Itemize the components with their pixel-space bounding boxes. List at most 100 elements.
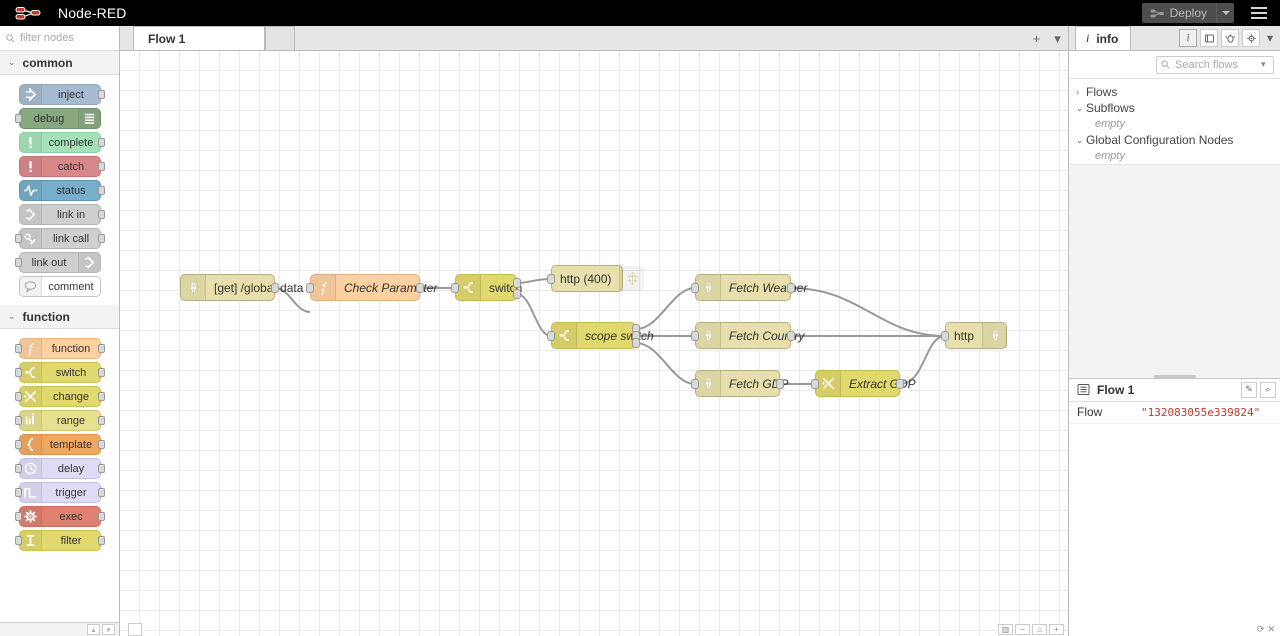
node-output-port[interactable] <box>787 331 795 341</box>
node-input-port[interactable] <box>547 274 555 284</box>
palette-node-debug[interactable]: debug <box>15 108 101 129</box>
palette-port-in <box>15 344 22 353</box>
node-input-port[interactable] <box>691 379 699 389</box>
sidebar-tool-info[interactable]: i <box>1179 29 1197 47</box>
deploy-dropdown-toggle[interactable] <box>1216 3 1234 23</box>
node-input-port[interactable] <box>306 283 314 293</box>
flow-node-fetch-gdp[interactable]: Fetch GDP <box>691 370 788 397</box>
flow-link[interactable] <box>635 287 696 330</box>
search-magnifier-icon[interactable]: ⌕ <box>1260 381 1276 398</box>
palette-node-link-call[interactable]: link call <box>15 228 105 249</box>
palette-node-catch[interactable]: catch <box>19 156 105 177</box>
palette-node-link-in[interactable]: link in <box>19 204 105 225</box>
flow-node-check-parameter[interactable]: f Check Parameter <box>306 274 437 301</box>
tree-item-subflows[interactable]: ⌄ Subflows <box>1069 100 1280 116</box>
palette-node-inject[interactable]: inject <box>19 84 105 105</box>
palette-node-range[interactable]: range <box>15 410 105 431</box>
tab-info[interactable]: i info <box>1075 26 1132 50</box>
brand-logo[interactable]: Node-RED <box>0 5 127 21</box>
tabbar-actions: + ▾ <box>1026 26 1068 51</box>
palette-scroll-area[interactable]: ⌄ common inject debug complete catch status … <box>0 51 119 636</box>
node-output-port[interactable] <box>632 338 640 348</box>
flow-link[interactable] <box>790 287 946 337</box>
zoom-in-icon[interactable]: + <box>1049 623 1064 635</box>
sidebar-tool-help[interactable] <box>1200 29 1218 47</box>
deploy-button[interactable]: Deploy <box>1141 3 1234 23</box>
node-input-port[interactable] <box>547 331 555 341</box>
palette-node-link-out[interactable]: link out <box>15 252 101 273</box>
node-output-port[interactable] <box>776 379 784 389</box>
flow-node-scope-switch[interactable]: scope switch <box>547 322 654 349</box>
palette-category-common[interactable]: ⌄ common <box>0 51 119 75</box>
node-output-port[interactable] <box>787 283 795 293</box>
flow-link[interactable] <box>635 342 696 385</box>
flow-link[interactable] <box>516 293 552 337</box>
http-request-icon <box>696 323 721 348</box>
palette-node-delay[interactable]: delay <box>15 458 105 479</box>
flow-node-fetch-weather[interactable]: Fetch Weather <box>691 274 807 301</box>
node-input-port[interactable] <box>691 331 699 341</box>
flow-node-label: Fetch GDP <box>729 376 789 391</box>
palette-node-exec[interactable]: exec <box>15 506 105 527</box>
refresh-icon[interactable]: ⟳ <box>1257 624 1265 635</box>
flow-tab-Flow-1[interactable]: Flow 1 <box>133 26 265 50</box>
palette-node-trigger[interactable]: trigger <box>15 482 105 503</box>
expand-all-icon[interactable]: ▾ <box>102 624 115 635</box>
palette-category-function[interactable]: ⌄ function <box>0 305 119 329</box>
node-output-port[interactable] <box>896 379 904 389</box>
flow-tab-menu-button[interactable]: ▾ <box>1047 26 1068 51</box>
palette-node-switch[interactable]: switch <box>15 362 105 383</box>
close-icon[interactable]: ✕ <box>1267 624 1275 635</box>
flow-node-http-400-[interactable]: http (400) <box>547 265 645 292</box>
flow-node-http[interactable]: http <box>941 322 1008 349</box>
chevron-down-icon[interactable]: ▾ <box>1261 59 1266 70</box>
sidebar-resize-handle[interactable] <box>1153 374 1196 378</box>
palette-node-template[interactable]: template <box>15 434 105 455</box>
palette-node-label: status <box>56 184 86 197</box>
node-output-port[interactable] <box>271 283 279 293</box>
sidebar-search-row: ▾ <box>1069 51 1280 78</box>
tree-item-global-configuration-nodes[interactable]: ⌄ Global Configuration Nodes <box>1069 132 1280 148</box>
flow-canvas[interactable]: ▥ − ⌂ + [get] /global-data f Check Paramet… <box>120 51 1068 636</box>
node-input-port[interactable] <box>451 283 459 293</box>
add-flow-tab-button[interactable]: + <box>1026 26 1047 51</box>
navigator-toggle[interactable] <box>128 623 142 636</box>
tree-item-flows[interactable]: › Flows <box>1069 84 1280 100</box>
flow-search-input[interactable] <box>1175 58 1261 71</box>
palette-search-row[interactable] <box>0 26 119 51</box>
node-output-port[interactable] <box>513 289 521 299</box>
link-call-icon <box>20 229 42 248</box>
flow-node-fetch-country[interactable]: Fetch Country <box>691 322 804 349</box>
palette-node-filter[interactable]: filter <box>15 530 105 551</box>
sidebar-tool-config[interactable] <box>1242 29 1260 47</box>
edit-pencil-icon[interactable]: ✎ <box>1241 381 1257 398</box>
zoom-reset-icon[interactable]: ⌂ <box>1032 623 1047 635</box>
node-input-port[interactable] <box>691 283 699 293</box>
collapse-all-icon[interactable]: ▴ <box>87 624 100 635</box>
sidebar-tool-debug[interactable] <box>1221 29 1239 47</box>
pulse-step-icon <box>20 483 42 502</box>
palette-node-status[interactable]: status <box>19 180 105 201</box>
zoom-out-icon[interactable]: − <box>1015 623 1030 635</box>
palette-node-function[interactable]: f function <box>15 338 105 359</box>
deploy-main[interactable]: Deploy <box>1142 3 1216 23</box>
flow-search-box[interactable]: ▾ <box>1156 55 1274 74</box>
node-output-port[interactable] <box>416 283 424 293</box>
palette-node-change[interactable]: change <box>15 386 105 407</box>
palette-filter-input[interactable] <box>20 32 115 44</box>
palette-category-label: common <box>22 55 73 70</box>
node-output-port[interactable] <box>513 278 521 288</box>
palette-port-out <box>98 416 105 425</box>
palette-node-complete[interactable]: complete <box>19 132 105 153</box>
flow-node-switch[interactable]: switch <box>451 274 522 301</box>
palette-node-comment[interactable]: comment <box>19 276 101 297</box>
main-menu-button[interactable] <box>1244 0 1274 26</box>
sidebar-menu-button[interactable]: ▾ <box>1263 31 1277 45</box>
flow-node--get-global-data[interactable]: [get] /global-data <box>180 274 303 301</box>
node-input-port[interactable] <box>811 379 819 389</box>
flow-node-extract-gdp[interactable]: Extract GDP <box>811 370 916 397</box>
palette-port-in <box>15 392 22 401</box>
navigator-icon[interactable]: ▥ <box>998 623 1013 635</box>
node-input-port[interactable] <box>941 331 949 341</box>
exclamation-icon <box>20 133 42 152</box>
